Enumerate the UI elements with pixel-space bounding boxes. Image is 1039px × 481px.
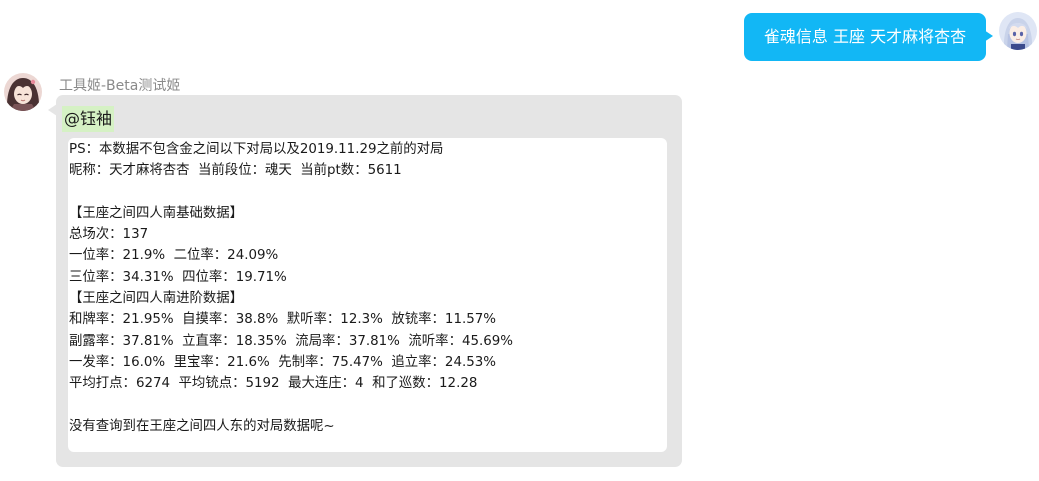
stats-line: 副露率：37.81% 立直率：18.35% 流局率：37.81% 流听率：45.… <box>69 333 514 349</box>
stats-line <box>69 395 513 416</box>
stats-line: 平均打点：6274 平均铳点：5192 最大连庄：4 和了巡数：12.28 <box>69 376 478 392</box>
incoming-bubble-tail <box>48 104 57 116</box>
outgoing-message-text: 雀魂信息 王座 天才麻将杏杏 <box>763 27 967 46</box>
stats-line: 和牌率：21.95% 自摸率：38.8% 默听率：12.3% 放铳率：11.57… <box>69 312 496 328</box>
stats-line: 一发率：16.0% 里宝率：21.6% 先制率：75.47% 追立率：24.53… <box>69 354 496 370</box>
stats-line: 【王座之间四人南基础数据】 <box>69 205 244 221</box>
outgoing-bubble-tail <box>984 30 993 42</box>
stats-line: 昵称：天才麻将杏杏 当前段位：魂天 当前pt数：5611 <box>69 163 402 179</box>
stats-line: 一位率：21.9% 二位率：24.09% <box>69 248 279 264</box>
stats-line: 没有查询到在王座之间四人东的对局数据呢~ <box>69 418 335 434</box>
stats-line: 【王座之间四人南进阶数据】 <box>69 291 244 307</box>
stats-line: PS：本数据不包含金之间以下对局以及2019.11.29之前的对局 <box>69 142 444 157</box>
stats-line: 三位率：34.31% 四位率：19.71% <box>69 269 287 285</box>
my-avatar[interactable] <box>999 12 1037 50</box>
stats-line <box>69 182 513 203</box>
chat-window: 雀魂信息 王座 天才麻将杏杏 工具姬-Beta测试姬 @钰袖 PS：本数据不包含… <box>0 0 1039 481</box>
stats-text: PS：本数据不包含金之间以下对局以及2019.11.29之前的对局 昵称：天才麻… <box>69 139 513 437</box>
sender-name: 工具姬-Beta测试姬 <box>59 78 181 94</box>
mention-tag[interactable]: @钰袖 <box>62 106 115 132</box>
anime-girl-avatar-icon <box>4 73 42 111</box>
stats-line: 总场次：137 <box>69 227 149 243</box>
outgoing-message-bubble[interactable]: 雀魂信息 王座 天才麻将杏杏 <box>744 13 986 61</box>
sender-avatar[interactable] <box>4 73 42 111</box>
anime-girl-avatar-icon <box>999 12 1037 50</box>
